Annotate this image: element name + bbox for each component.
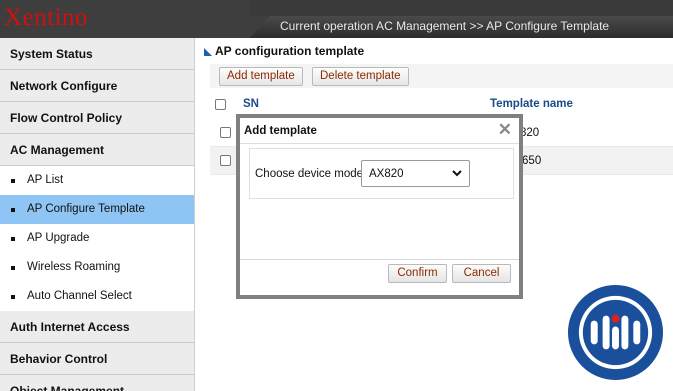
section-title-text: AP configuration template bbox=[215, 44, 365, 58]
cancel-button[interactable]: Cancel bbox=[452, 264, 511, 283]
section-title: AP configuration template bbox=[204, 44, 364, 58]
sidebar-item-behavior-control[interactable]: Behavior Control bbox=[0, 343, 194, 375]
chevron-down-icon bbox=[452, 170, 462, 177]
device-model-value: AX820 bbox=[369, 168, 404, 180]
row-checkbox[interactable] bbox=[220, 127, 231, 138]
logo-area: Xentino bbox=[0, 0, 250, 38]
confirm-button[interactable]: Confirm bbox=[388, 264, 447, 283]
close-icon[interactable]: ✕ bbox=[498, 120, 512, 140]
dialog-form-panel: Choose device model AX820 bbox=[249, 148, 514, 199]
table-header: SN Template name bbox=[210, 94, 673, 116]
breadcrumb: Current operation AC Management >> AP Co… bbox=[280, 19, 610, 33]
dialog-title: Add template bbox=[244, 125, 317, 137]
sidebar-item-ap-upgrade[interactable]: AP Upgrade bbox=[0, 224, 194, 253]
top-header: Xentino Current operation AC Management … bbox=[0, 0, 673, 38]
add-template-button[interactable]: Add template bbox=[219, 67, 303, 86]
brand-logo: Xentino bbox=[4, 4, 89, 31]
column-sn: SN bbox=[243, 98, 259, 110]
sidebar-item-wireless-roaming[interactable]: Wireless Roaming bbox=[0, 253, 194, 282]
add-template-dialog: Add template ✕ Choose device model AX820… bbox=[236, 114, 523, 299]
dialog-divider bbox=[240, 143, 519, 144]
device-model-label: Choose device model bbox=[255, 168, 366, 180]
sidebar-item-auth-internet-access[interactable]: Auth Internet Access bbox=[0, 311, 194, 343]
watermark-logo-icon bbox=[567, 284, 664, 381]
sidebar-item-network-configure[interactable]: Network Configure bbox=[0, 70, 194, 102]
sidebar: System Status Network Configure Flow Con… bbox=[0, 38, 195, 391]
column-template-name: Template name bbox=[490, 98, 573, 110]
sidebar-item-auto-channel-select[interactable]: Auto Channel Select bbox=[0, 282, 194, 311]
corner-arrow-icon bbox=[204, 47, 212, 56]
sidebar-item-ac-management[interactable]: AC Management bbox=[0, 134, 194, 166]
sidebar-item-ap-configure-template[interactable]: AP Configure Template bbox=[0, 195, 194, 224]
sidebar-item-system-status[interactable]: System Status bbox=[0, 38, 194, 70]
select-all-checkbox[interactable] bbox=[215, 99, 226, 110]
dialog-footer-divider bbox=[240, 259, 519, 260]
sidebar-item-object-management[interactable]: Object Management bbox=[0, 375, 194, 391]
delete-template-button[interactable]: Delete template bbox=[312, 67, 409, 86]
sidebar-item-ap-list[interactable]: AP List bbox=[0, 166, 194, 195]
device-model-select[interactable]: AX820 bbox=[361, 160, 470, 187]
sidebar-item-flow-control-policy[interactable]: Flow Control Policy bbox=[0, 102, 194, 134]
header-slant bbox=[250, 16, 270, 38]
row-checkbox[interactable] bbox=[220, 155, 231, 166]
